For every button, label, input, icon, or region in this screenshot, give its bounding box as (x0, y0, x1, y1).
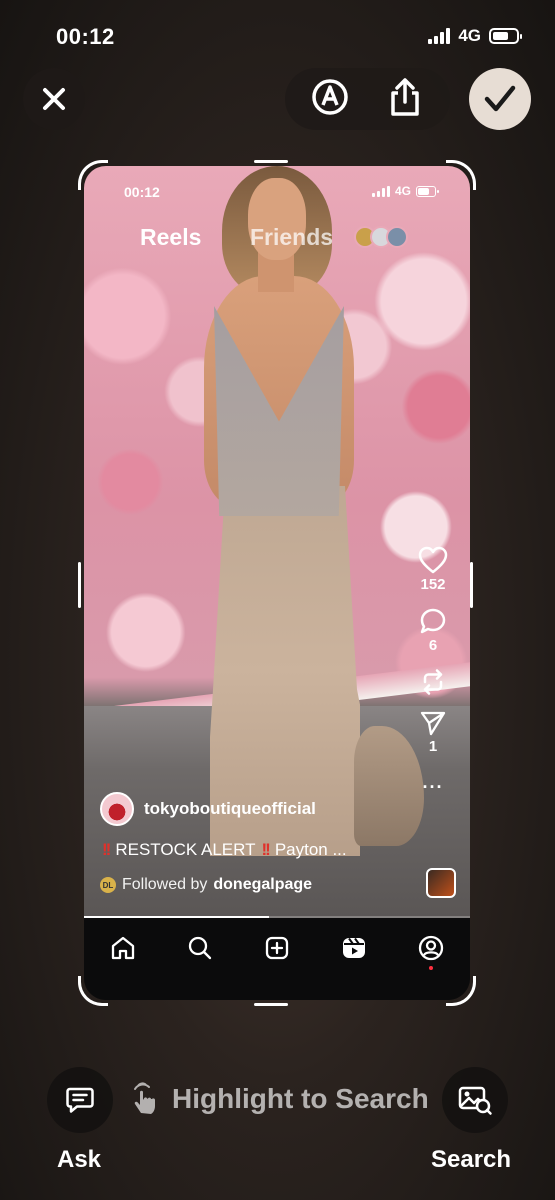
crop-handle-bottom[interactable] (254, 1003, 288, 1006)
nav-reels[interactable] (338, 932, 370, 964)
reel-caption[interactable]: !! RESTOCK ALERT !! Payton ... (102, 840, 347, 860)
reel-actions: 152 6 1 ··· (408, 546, 458, 798)
inner-status-time: 00:12 (124, 184, 160, 200)
author-username[interactable]: tokyoboutiqueofficial (144, 799, 316, 819)
chat-bubble-icon (66, 1087, 94, 1113)
inner-status-indicators: 4G (371, 184, 439, 198)
nav-home[interactable] (107, 932, 139, 964)
author-row[interactable]: tokyoboutiqueofficial (100, 792, 316, 826)
reels-icon (343, 937, 366, 958)
checkmark-icon (484, 85, 516, 112)
crop-handle-top-left[interactable] (78, 160, 108, 190)
profile-icon (419, 935, 444, 961)
tap-hand-icon (134, 1082, 155, 1114)
friend-avatars[interactable] (354, 226, 408, 248)
markup-button[interactable] (310, 77, 350, 122)
battery-icon (489, 28, 522, 44)
tools-pill (285, 68, 450, 130)
share-count: 1 (428, 738, 438, 755)
like-count: 152 (420, 576, 446, 593)
inner-network-type: 4G (394, 184, 411, 198)
signal-icon (428, 28, 451, 44)
highlight-hint: Highlight to Search (124, 1080, 429, 1118)
crop-handle-left[interactable] (78, 562, 81, 608)
nav-profile[interactable] (415, 932, 447, 970)
nav-search[interactable] (184, 932, 216, 964)
author-avatar[interactable] (100, 792, 134, 826)
followed-by-user: donegalpage (213, 876, 313, 893)
status-indicators: 4G (428, 26, 522, 46)
more-options-icon[interactable]: ··· (423, 777, 444, 798)
crop-handle-top-right[interactable] (446, 160, 476, 190)
crop-handle-right[interactable] (470, 562, 473, 608)
screenshot-preview[interactable]: 00:12 4G Reels Friends 152 6 1 ··· tokyo… (84, 166, 470, 1000)
close-button[interactable] (23, 68, 85, 130)
image-search-button[interactable] (442, 1067, 508, 1133)
repost-icon[interactable] (419, 668, 447, 696)
comment-icon[interactable] (419, 607, 447, 635)
search-label: Search (431, 1146, 512, 1173)
inner-signal-icon (371, 185, 390, 197)
home-icon (111, 936, 134, 960)
markup-pen-icon (312, 78, 348, 115)
ask-button[interactable] (47, 1067, 113, 1133)
follower-avatar: DL (100, 877, 116, 893)
comment-count: 6 (428, 637, 438, 654)
highlight-hint-text: Highlight to Search (172, 1083, 429, 1114)
nav-create[interactable] (261, 932, 293, 964)
avatar (386, 226, 408, 248)
model-figure (174, 166, 424, 856)
ask-label: Ask (57, 1146, 102, 1173)
inner-battery-icon (416, 185, 439, 197)
close-icon (43, 88, 65, 110)
followed-by-prefix: Followed by (122, 876, 208, 893)
caption-text: RESTOCK ALERT (115, 840, 256, 859)
double-exclamation-icon: !! (102, 840, 111, 859)
status-time: 00:12 (56, 24, 115, 49)
confirm-button[interactable] (469, 68, 531, 130)
tab-friends[interactable]: Friends (250, 224, 333, 251)
crop-handle-bottom-right[interactable] (446, 976, 476, 1006)
bottom-nav (84, 918, 470, 1000)
share-icon (391, 77, 419, 116)
add-post-icon (265, 936, 289, 960)
notification-dot (429, 966, 434, 970)
double-exclamation-icon: !! (261, 840, 270, 859)
tab-reels[interactable]: Reels (140, 224, 201, 251)
caption-tail: Payton ... (274, 840, 347, 859)
send-icon[interactable] (419, 710, 447, 736)
search-icon (188, 936, 211, 960)
crop-handle-bottom-left[interactable] (78, 976, 108, 1006)
heart-icon[interactable] (418, 546, 448, 574)
share-button[interactable] (385, 76, 425, 123)
crop-handle-top[interactable] (254, 160, 288, 163)
image-search-icon (458, 1086, 492, 1115)
followed-by-row[interactable]: DL Followed by donegalpage (100, 876, 312, 894)
audio-thumbnail[interactable] (426, 868, 456, 898)
network-type: 4G (458, 26, 481, 45)
